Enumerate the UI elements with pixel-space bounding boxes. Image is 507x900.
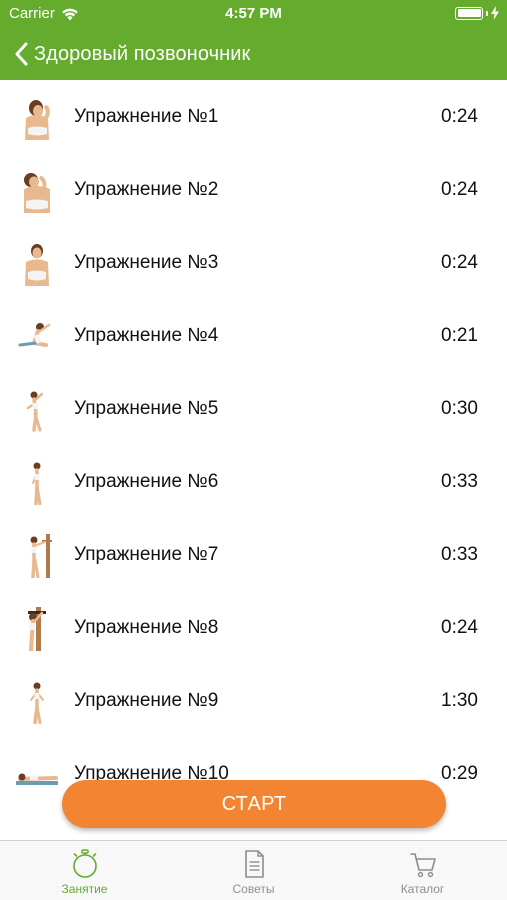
- exercise-name: Упражнение №9: [74, 690, 219, 711]
- exercise-name: Упражнение №6: [74, 471, 219, 492]
- exercise-thumbnail-icon: [16, 773, 58, 785]
- exercise-row[interactable]: Упражнение №8 0:24: [0, 591, 507, 664]
- exercise-duration: 0:24: [441, 106, 478, 127]
- exercise-duration: 0:24: [441, 179, 478, 200]
- tab-label: Занятие: [61, 882, 108, 896]
- chevron-left-icon: [15, 42, 28, 66]
- tab-label: Советы: [232, 882, 275, 896]
- battery-nub: [486, 10, 488, 16]
- exercise-name: Упражнение №3: [74, 252, 219, 273]
- exercise-row[interactable]: Упражнение №6 0:33: [0, 445, 507, 518]
- exercise-duration: 0:33: [441, 544, 478, 565]
- exercise-row[interactable]: Упражнение №7 0:33: [0, 518, 507, 591]
- exercise-duration: 0:24: [441, 617, 478, 638]
- exercise-duration: 0:33: [441, 471, 478, 492]
- exercise-row[interactable]: Упражнение №3 0:24: [0, 226, 507, 299]
- exercise-thumbnail-icon: [25, 244, 49, 286]
- cart-icon: [409, 853, 436, 878]
- exercise-row[interactable]: Упражнение №9 1:30: [0, 664, 507, 737]
- page-title: Здоровый позвоночник: [34, 42, 251, 65]
- exercise-row[interactable]: Упражнение №4 0:21: [0, 299, 507, 372]
- nav-bar: Здоровый позвоночник: [0, 28, 507, 80]
- exercise-thumbnail-icon: [25, 100, 50, 140]
- status-time: 4:57 PM: [225, 5, 282, 22]
- exercise-name: Упражнение №8: [74, 617, 219, 638]
- back-button[interactable]: Здоровый позвоночник: [0, 28, 250, 80]
- exercise-thumbnail-icon: [30, 534, 52, 578]
- tab-lesson[interactable]: Занятие: [0, 841, 169, 900]
- tab-tips[interactable]: Советы: [169, 841, 338, 900]
- battery-icon: [455, 6, 483, 20]
- exercise-thumbnail-icon: [26, 391, 44, 432]
- document-icon: [244, 850, 264, 878]
- battery-fill: [457, 9, 481, 17]
- exercise-name: Упражнение №2: [74, 179, 219, 200]
- exercise-list[interactable]: Упражнение №1 0:24 Упражнение №2 0:24 Упра…: [0, 80, 507, 840]
- exercise-name: Упражнение №5: [74, 398, 219, 419]
- header: Carrier 4:57 PM Здоровый позвоночник: [0, 0, 507, 80]
- exercise-name: Упражнение №4: [74, 325, 219, 346]
- exercise-row[interactable]: Упражнение №2 0:24: [0, 153, 507, 226]
- exercise-thumbnail-icon: [18, 323, 51, 347]
- exercise-row[interactable]: Упражнение №5 0:30: [0, 372, 507, 445]
- exercise-duration: 0:30: [441, 398, 478, 419]
- stopwatch-icon: [72, 849, 97, 878]
- exercise-thumbnail-icon: [28, 607, 46, 651]
- exercise-thumbnail-icon: [24, 173, 50, 213]
- start-button[interactable]: СТАРТ: [62, 780, 446, 828]
- exercise-row[interactable]: Упражнение №1 0:24: [0, 80, 507, 153]
- exercise-duration: 0:24: [441, 252, 478, 273]
- battery-indicator: [455, 6, 499, 20]
- tab-catalog[interactable]: Каталог: [338, 841, 507, 900]
- exercise-thumbnail-icon: [32, 462, 42, 505]
- charging-bolt-icon: [491, 6, 499, 20]
- exercise-thumbnail-icon: [30, 682, 44, 724]
- status-bar: Carrier 4:57 PM: [0, 0, 507, 28]
- exercise-name: Упражнение №1: [74, 106, 219, 127]
- tab-label: Каталог: [400, 882, 445, 896]
- tab-bar: Занятие Советы Каталог: [0, 840, 507, 900]
- exercise-duration: 1:30: [441, 690, 478, 711]
- exercise-name: Упражнение №7: [74, 544, 219, 565]
- exercise-duration: 0:29: [441, 763, 478, 784]
- exercise-duration: 0:21: [441, 325, 478, 346]
